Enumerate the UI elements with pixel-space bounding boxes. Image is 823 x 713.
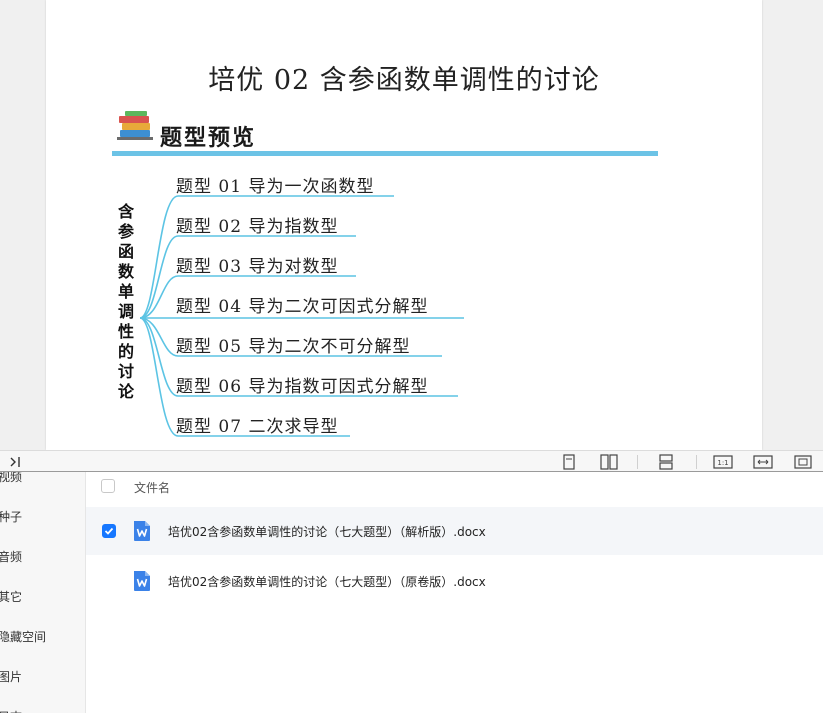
toolbar-separator: [696, 455, 697, 469]
category-sidebar: 视频种子音频其它隐藏空间图片日志: [0, 472, 86, 713]
mindmap-branch-label: 题型 01 导为一次函数型: [176, 177, 375, 197]
sidebar-item[interactable]: 其它: [0, 588, 22, 605]
mindmap-branch-label: 题型 03 导为对数型: [176, 257, 339, 277]
mindmap-branch-label: 题型 06 导为指数可因式分解型: [176, 377, 429, 397]
fit-page-icon[interactable]: [792, 454, 814, 470]
file-list: 文件名 培优02含参函数单调性的讨论（七大题型）（解析版）.docx 培优02含参…: [86, 472, 823, 713]
svg-text:1:1: 1:1: [717, 459, 728, 467]
document-page: 培优 02 含参函数单调性的讨论 题型预览 含参函数单调性的讨论 题型 01 导…: [46, 0, 762, 450]
mindmap-branch-label: 题型 07 二次求导型: [176, 417, 339, 437]
file-checkbox[interactable]: [102, 574, 116, 588]
column-header-filename[interactable]: 文件名: [134, 479, 170, 496]
mindmap-branch-label: 题型 05 导为二次不可分解型: [176, 337, 411, 357]
sidebar-item[interactable]: 视频: [0, 472, 22, 485]
file-name[interactable]: 培优02含参函数单调性的讨论（七大题型）（解析版）.docx: [168, 523, 486, 540]
list-header: 文件名: [86, 472, 823, 502]
file-name[interactable]: 培优02含参函数单调性的讨论（七大题型）（原卷版）.docx: [168, 573, 486, 590]
fit-width-icon[interactable]: [752, 454, 774, 470]
select-all-checkbox[interactable]: [101, 479, 115, 493]
single-page-icon[interactable]: [560, 454, 578, 470]
file-row[interactable]: 培优02含参函数单调性的讨论（七大题型）（原卷版）.docx: [86, 557, 823, 605]
mindmap-branch-label: 题型 02 导为指数型: [176, 217, 339, 237]
mindmap-root-char: 论: [118, 382, 135, 401]
file-row[interactable]: 培优02含参函数单调性的讨论（七大题型）（解析版）.docx: [86, 507, 823, 555]
word-doc-icon: [134, 571, 150, 591]
preview-toolbar: 1:1: [0, 450, 823, 472]
actual-size-icon[interactable]: 1:1: [712, 454, 734, 470]
toolbar-separator: [637, 455, 638, 469]
two-page-icon[interactable]: [598, 454, 620, 470]
file-checkbox[interactable]: [102, 524, 116, 538]
sidebar-item[interactable]: 隐藏空间: [0, 628, 46, 645]
mindmap-branch-label: 题型 04 导为二次可因式分解型: [176, 297, 429, 317]
sidebar-item[interactable]: 日志: [0, 708, 22, 713]
document-preview[interactable]: 培优 02 含参函数单调性的讨论 题型预览 含参函数单调性的讨论 题型 01 导…: [0, 0, 823, 450]
sidebar-item[interactable]: 图片: [0, 668, 22, 685]
word-doc-icon: [134, 521, 150, 541]
collapse-panel-icon[interactable]: [6, 454, 24, 470]
sidebar-item[interactable]: 种子: [0, 508, 22, 525]
continuous-scroll-icon[interactable]: [656, 454, 676, 470]
sidebar-item[interactable]: 音频: [0, 548, 22, 565]
